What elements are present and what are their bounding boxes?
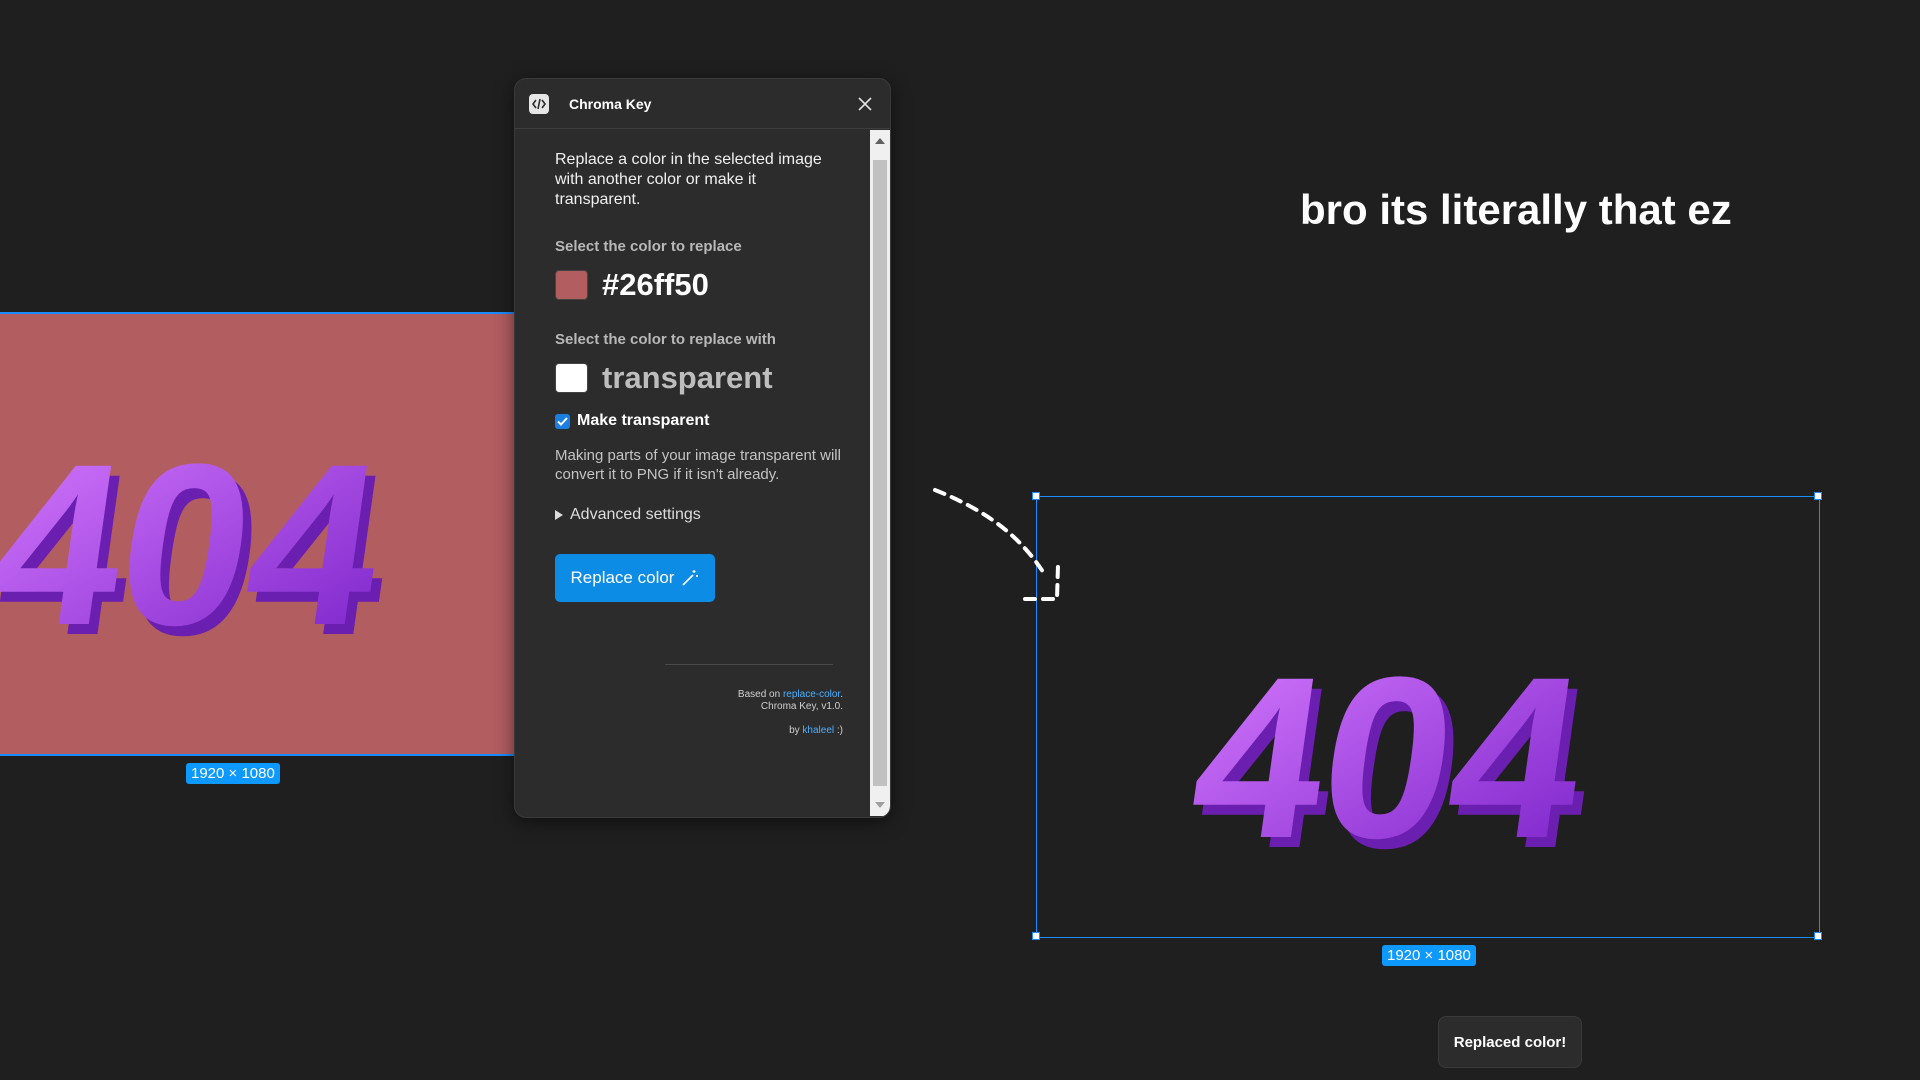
panel-title: Chroma Key bbox=[569, 95, 652, 112]
source-image-frame[interactable]: 404 404 bbox=[0, 312, 516, 756]
replace-color-link[interactable]: replace-color bbox=[783, 689, 840, 700]
credits-divider bbox=[665, 664, 833, 665]
resize-handle-bottom-right[interactable] bbox=[1814, 932, 1822, 940]
credits-by-suffix: :) bbox=[834, 725, 843, 736]
caption-text: bro its literally that ez bbox=[1300, 186, 1732, 233]
panel-body: Replace a color in the selected image wi… bbox=[515, 130, 869, 816]
art-404-text: 404 bbox=[0, 416, 396, 673]
credits-version: Chroma Key, v1.0. bbox=[760, 701, 843, 712]
credits-based-on-suffix: . bbox=[840, 689, 843, 700]
code-icon bbox=[529, 93, 549, 114]
scroll-down-arrow-icon[interactable] bbox=[875, 802, 885, 808]
result-image-frame[interactable]: 404 404 bbox=[1036, 496, 1820, 938]
credits-by-prefix: by bbox=[789, 725, 803, 736]
close-button[interactable] bbox=[854, 93, 876, 115]
checkmark-icon bbox=[557, 416, 568, 426]
chroma-key-plugin-panel: Chroma Key Replace a color in the select… bbox=[514, 78, 891, 818]
magic-wand-icon bbox=[682, 570, 699, 586]
left-frame-size-badge: 1920 × 1080 bbox=[186, 763, 280, 784]
replace-color-value[interactable]: #26ff50 bbox=[602, 267, 709, 303]
panel-header: Chroma Key bbox=[515, 79, 890, 129]
toast-notification: Replaced color! bbox=[1438, 1016, 1582, 1068]
right-frame-size-badge: 1920 × 1080 bbox=[1382, 945, 1476, 966]
credits-author: by khaleel :) bbox=[555, 725, 843, 737]
disclosure-triangle-icon bbox=[555, 510, 563, 520]
credits: Based on replace-color. Chroma Key, v1.0… bbox=[555, 689, 843, 737]
art-404-result-image: 404 404 bbox=[1178, 629, 1606, 896]
replace-with-label: Select the color to replace with bbox=[555, 331, 776, 348]
transparency-hint: Making parts of your image transparent w… bbox=[555, 447, 841, 483]
close-icon bbox=[858, 96, 872, 111]
replace-with-picker[interactable]: transparent bbox=[555, 360, 843, 396]
advanced-settings-label: Advanced settings bbox=[570, 506, 701, 523]
dashed-arrow-icon bbox=[933, 488, 1060, 601]
credits-based-on-prefix: Based on bbox=[737, 689, 783, 700]
make-transparent-row[interactable]: Make transparent bbox=[555, 412, 843, 430]
make-transparent-label: Make transparent bbox=[577, 412, 710, 429]
author-link[interactable]: khaleel bbox=[802, 725, 834, 736]
advanced-settings-toggle[interactable]: Advanced settings bbox=[555, 506, 843, 524]
result-art-text: 404 bbox=[1178, 629, 1598, 886]
art-404-image: 404 404 bbox=[0, 416, 405, 683]
replace-color-swatch[interactable] bbox=[555, 270, 588, 300]
replace-with-value[interactable]: transparent bbox=[602, 360, 773, 396]
resize-handle-bottom-left[interactable] bbox=[1032, 932, 1040, 940]
replace-color-label: Select the color to replace bbox=[555, 238, 742, 255]
resize-handle-top-right[interactable] bbox=[1814, 492, 1822, 500]
replace-color-picker[interactable]: #26ff50 bbox=[555, 267, 843, 303]
credits-based-on: Based on replace-color. bbox=[555, 689, 843, 701]
make-transparent-checkbox[interactable] bbox=[555, 413, 570, 429]
scrollbar-thumb[interactable] bbox=[873, 160, 887, 786]
panel-scrollbar[interactable] bbox=[870, 130, 890, 816]
scroll-up-arrow-icon[interactable] bbox=[875, 138, 885, 144]
replace-color-button[interactable]: Replace color bbox=[555, 554, 715, 602]
replace-with-swatch[interactable] bbox=[555, 363, 588, 393]
replace-color-button-label: Replace color bbox=[570, 568, 675, 587]
plugin-description: Replace a color in the selected image wi… bbox=[555, 151, 822, 208]
